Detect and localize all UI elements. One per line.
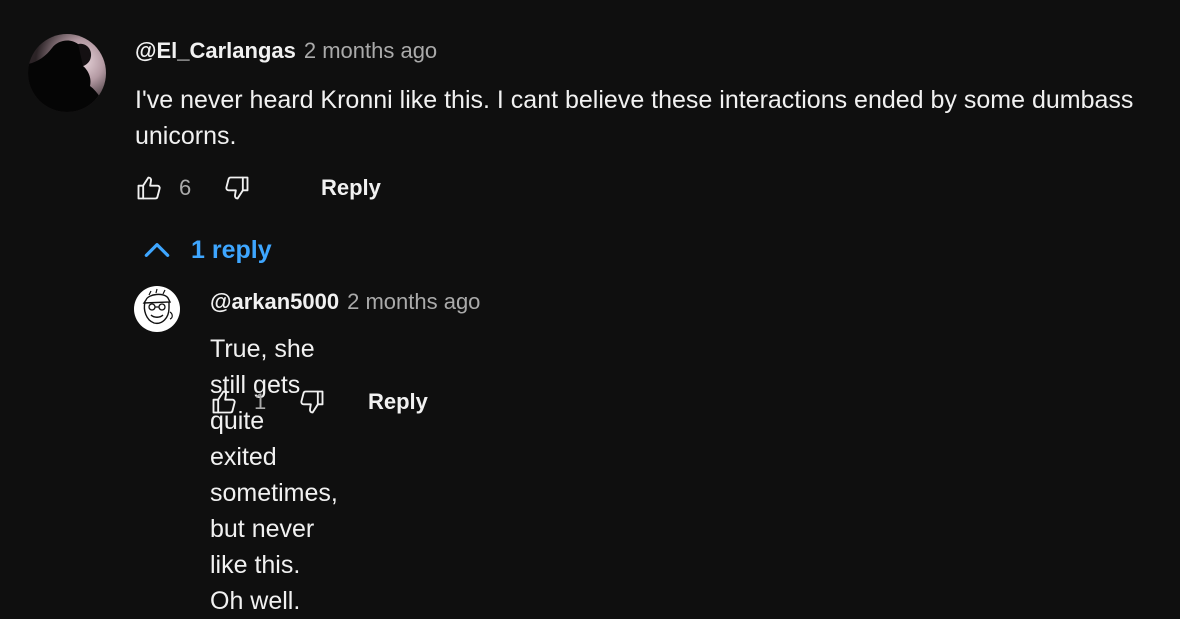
thumbs-up-icon [137, 176, 161, 200]
avatar[interactable] [28, 34, 106, 112]
like-button[interactable] [133, 172, 165, 204]
thumbs-up-icon [212, 390, 236, 414]
like-button[interactable] [208, 386, 240, 418]
dislike-button[interactable] [296, 386, 328, 418]
author-name[interactable]: @El_Carlangas [135, 38, 296, 64]
dislike-button[interactable] [221, 172, 253, 204]
reply-button[interactable]: Reply [321, 175, 381, 201]
replies-toggle-label: 1 reply [191, 235, 272, 264]
avatar[interactable] [134, 286, 180, 332]
like-count: 1 [254, 389, 267, 414]
comment-actions: 1 Reply [208, 384, 428, 420]
comment-timestamp[interactable]: 2 months ago [347, 289, 480, 315]
comment-actions: 6 Reply [133, 170, 381, 206]
comment-timestamp[interactable]: 2 months ago [304, 38, 437, 64]
reply-header: @arkan5000 2 months ago [210, 289, 480, 315]
thumbs-down-icon [300, 390, 324, 414]
thumbs-down-icon [225, 176, 249, 200]
reply-button[interactable]: Reply [368, 389, 428, 415]
replies-toggle-button[interactable]: 1 reply [141, 234, 272, 266]
comment-text: I've never heard Kronni like this. I can… [135, 86, 1134, 150]
comment-text: True, she still gets quite exited someti… [210, 335, 338, 615]
silhouette-avatar-icon [28, 34, 106, 112]
like-count: 6 [179, 175, 192, 200]
author-name[interactable]: @arkan5000 [210, 289, 339, 315]
chevron-up-icon [144, 243, 170, 257]
sketch-face-avatar-icon [134, 286, 180, 332]
comment-header: @El_Carlangas 2 months ago [135, 38, 437, 64]
